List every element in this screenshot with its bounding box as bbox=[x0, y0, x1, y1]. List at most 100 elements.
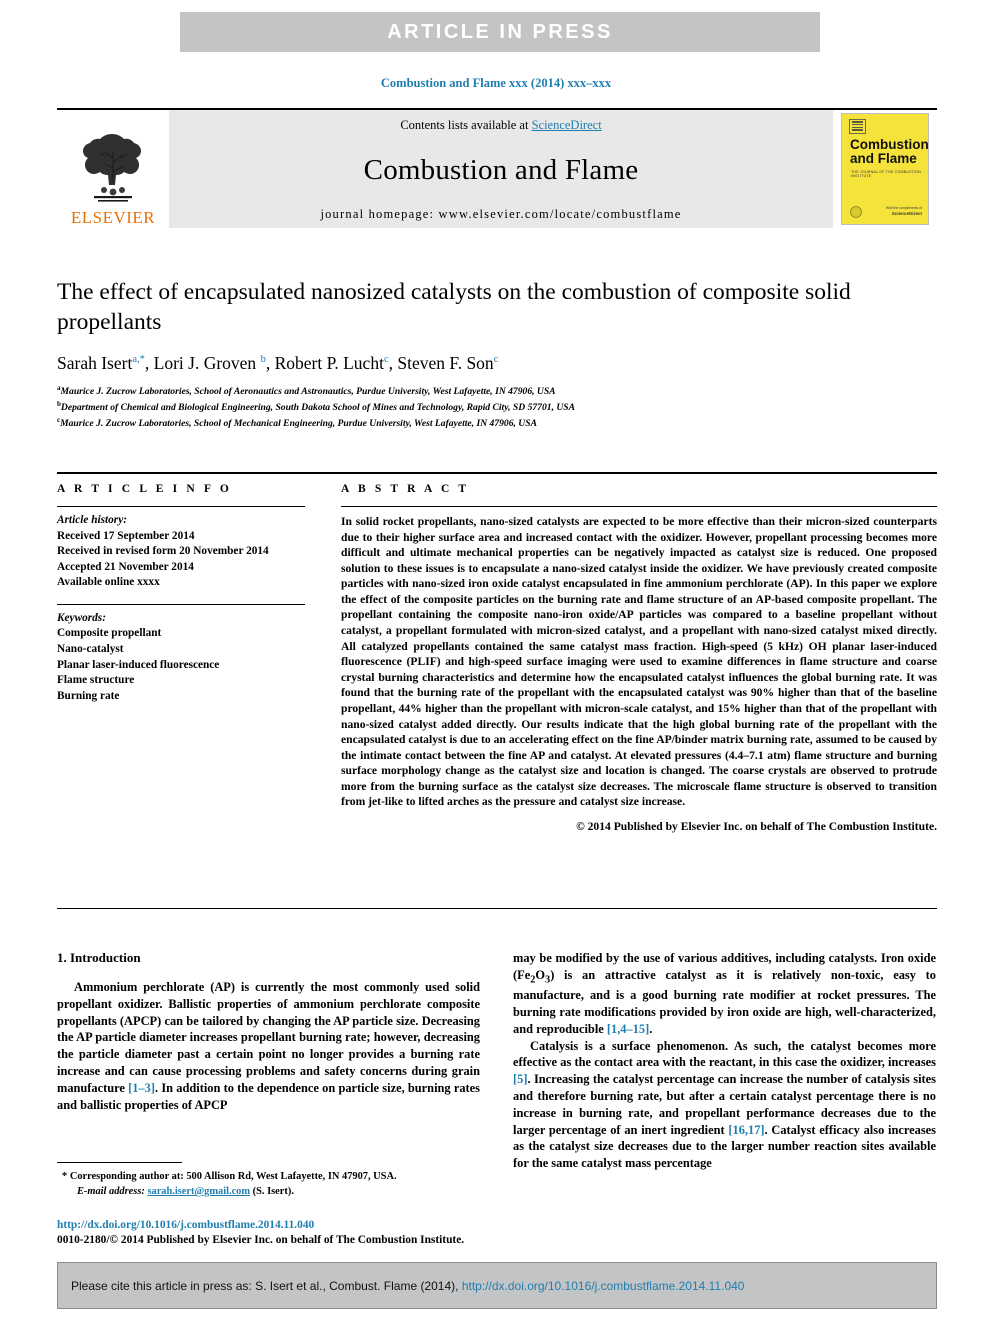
author-entry: Robert P. Luchtc bbox=[275, 353, 389, 373]
body-columns: 1. Introduction Ammonium perchlorate (AP… bbox=[57, 950, 937, 1172]
abstract-copyright: © 2014 Published by Elsevier Inc. on beh… bbox=[576, 819, 937, 833]
citation-reference[interactable]: [5] bbox=[513, 1072, 527, 1086]
elsevier-tree-icon bbox=[83, 134, 141, 202]
author-entry: Steven F. Sonc bbox=[397, 353, 498, 373]
issn-copyright-line: 0010-2180/© 2014 Published by Elsevier I… bbox=[57, 1233, 465, 1246]
doi-block: http://dx.doi.org/10.1016/j.combustflame… bbox=[57, 1218, 527, 1248]
body-column-right: may be modified by the use of various ad… bbox=[513, 950, 936, 1172]
citation-reference[interactable]: [1,4–15] bbox=[607, 1022, 649, 1036]
affiliation-item: cMaurice J. Zucrow Laboratories, School … bbox=[57, 415, 877, 431]
keywords-label: Keywords: bbox=[57, 611, 106, 624]
cover-artwork: Combustion and Flame THE JOURNAL OF THE … bbox=[841, 113, 929, 225]
corresponding-author-mark: * bbox=[62, 1171, 68, 1182]
article-history-item: Accepted 21 November 2014 bbox=[57, 560, 194, 573]
article-history-item: Available online xxxx bbox=[57, 576, 160, 589]
citation-reference[interactable]: [16,17] bbox=[728, 1123, 764, 1137]
affiliation-text: Maurice J. Zucrow Laboratories, School o… bbox=[60, 418, 537, 430]
author-name: Robert P. Lucht bbox=[274, 353, 384, 374]
author-name: Sarah Isert bbox=[57, 353, 133, 374]
author-affil-mark: a,* bbox=[132, 354, 145, 366]
keyword-item: Planar laser-induced fluorescence bbox=[57, 658, 220, 671]
keyword-item: Flame structure bbox=[57, 674, 135, 687]
corresponding-author-note: * Corresponding author at: 500 Allison R… bbox=[57, 1169, 480, 1184]
journal-reference-line: Combustion and Flame xxx (2014) xxx–xxx bbox=[380, 76, 612, 90]
cover-title: Combustion and Flame bbox=[850, 137, 929, 167]
contents-list-line: Contents lists available at ScienceDirec… bbox=[400, 118, 601, 133]
cover-footer-bold: ScienceDirect bbox=[891, 210, 922, 216]
paragraph-text: ) is an attractive catalyst as it is rel… bbox=[513, 967, 936, 1036]
title-block: The effect of encapsulated nanosized cat… bbox=[57, 278, 877, 432]
journal-masthead: ELSEVIER Contents lists available at Sci… bbox=[57, 108, 937, 228]
doi-link[interactable]: http://dx.doi.org/10.1016/j.combustflame… bbox=[57, 1219, 314, 1231]
cite-prefix: Please cite this article in press as: S.… bbox=[71, 1278, 462, 1293]
paragraph-text: Catalysis is a surface phenomenon. As su… bbox=[513, 1038, 936, 1070]
author-list: Sarah Iserta,*, Lori J. Groven b, Robert… bbox=[57, 353, 499, 374]
article-history-item: Received in revised form 20 November 201… bbox=[57, 545, 269, 558]
cite-this-article-box: Please cite this article in press as: S.… bbox=[57, 1262, 937, 1309]
cover-elsevier-mark-icon bbox=[850, 206, 862, 218]
footnote-block: * Corresponding author at: 500 Allison R… bbox=[57, 1162, 480, 1199]
abstract-heading: A B S T R A C T bbox=[341, 483, 470, 495]
affiliation-text: Department of Chemical and Biological En… bbox=[60, 402, 576, 414]
paragraph: may be modified by the use of various ad… bbox=[513, 950, 936, 1038]
author-name: Steven F. Son bbox=[397, 353, 494, 374]
email-suffix: (S. Isert). bbox=[252, 1186, 294, 1198]
journal-title: Combustion and Flame bbox=[363, 153, 639, 186]
section-title-introduction: 1. Introduction bbox=[57, 950, 141, 965]
footnote-divider bbox=[57, 1162, 182, 1163]
author-name: Lori J. Groven bbox=[153, 353, 257, 374]
abstract-bottom-divider bbox=[57, 908, 937, 909]
divider bbox=[57, 603, 305, 605]
page-title: The effect of encapsulated nanosized cat… bbox=[57, 279, 851, 335]
masthead-center: Contents lists available at ScienceDirec… bbox=[169, 110, 833, 228]
author-entry: Lori J. Groven b bbox=[154, 353, 266, 373]
paragraph-text: O bbox=[535, 967, 546, 982]
article-info-heading: A R T I C L E I N F O bbox=[57, 483, 232, 495]
cite-text: Please cite this article in press as: S.… bbox=[71, 1279, 744, 1293]
body-column-left: 1. Introduction Ammonium perchlorate (AP… bbox=[57, 950, 480, 1172]
keyword-item: Composite propellant bbox=[57, 627, 162, 640]
cover-subtitle: THE JOURNAL OF THE COMBUSTION INSTITUTE bbox=[851, 170, 922, 178]
affiliation-text: Maurice J. Zucrow Laboratories, School o… bbox=[60, 386, 556, 398]
elsevier-logo: ELSEVIER bbox=[57, 110, 169, 228]
cover-badge-icon bbox=[849, 119, 866, 134]
author-entry: Sarah Iserta,* bbox=[57, 353, 145, 373]
affiliation-list: aMaurice J. Zucrow Laboratories, School … bbox=[57, 383, 877, 431]
cover-footer-small: With the compliments of bbox=[885, 205, 922, 210]
citation-reference[interactable]: [1–3] bbox=[128, 1081, 155, 1095]
divider bbox=[57, 506, 305, 507]
affiliation-item: bDepartment of Chemical and Biological E… bbox=[57, 399, 877, 415]
author-affil-mark: c bbox=[493, 354, 499, 366]
email-note: E-mail address: sarah.isert@gmail.com (S… bbox=[57, 1184, 480, 1199]
paragraph: Ammonium perchlorate (AP) is currently t… bbox=[57, 979, 480, 1113]
email-label: E-mail address: bbox=[77, 1186, 145, 1198]
contents-prefix: Contents lists available at bbox=[400, 118, 532, 132]
article-history-item: Received 17 September 2014 bbox=[57, 529, 195, 542]
elsevier-wordmark: ELSEVIER bbox=[70, 208, 156, 227]
keyword-item: Burning rate bbox=[57, 689, 120, 702]
paragraph: Catalysis is a surface phenomenon. As su… bbox=[513, 1038, 936, 1172]
journal-cover-thumbnail: Combustion and Flame THE JOURNAL OF THE … bbox=[833, 110, 937, 228]
journal-homepage-line[interactable]: journal homepage: www.elsevier.com/locat… bbox=[320, 207, 681, 222]
paragraph-text: Ammonium perchlorate (AP) is currently t… bbox=[57, 980, 480, 1095]
author-affil-mark: b bbox=[260, 354, 266, 366]
article-info-column: A R T I C L E I N F O Article history: R… bbox=[57, 474, 319, 833]
article-history-label: Article history: bbox=[57, 514, 127, 526]
email-link[interactable]: sarah.isert@gmail.com bbox=[147, 1186, 250, 1197]
sciencedirect-link[interactable]: ScienceDirect bbox=[532, 118, 602, 132]
article-in-press-banner: ARTICLE IN PRESS bbox=[180, 12, 820, 52]
divider bbox=[341, 506, 937, 507]
author-affil-mark: c bbox=[383, 354, 389, 366]
cite-doi-link[interactable]: http://dx.doi.org/10.1016/j.combustflame… bbox=[462, 1279, 745, 1293]
cover-title-line2: and Flame bbox=[850, 151, 917, 167]
paragraph-text: . bbox=[649, 1021, 653, 1036]
keyword-item: Nano-catalyst bbox=[57, 643, 124, 656]
cover-title-line1: Combustion bbox=[850, 137, 929, 152]
article-in-press-label: ARTICLE IN PRESS bbox=[387, 20, 613, 43]
cover-footer: With the compliments of ScienceDirect bbox=[886, 206, 922, 217]
info-abstract-section: A R T I C L E I N F O Article history: R… bbox=[57, 472, 937, 833]
abstract-text: In solid rocket propellants, nano-sized … bbox=[341, 515, 937, 809]
corresponding-author-text: Corresponding author at: 500 Allison Rd,… bbox=[69, 1171, 397, 1182]
affiliation-item: aMaurice J. Zucrow Laboratories, School … bbox=[57, 383, 877, 399]
abstract-column: A B S T R A C T In solid rocket propella… bbox=[319, 474, 937, 833]
